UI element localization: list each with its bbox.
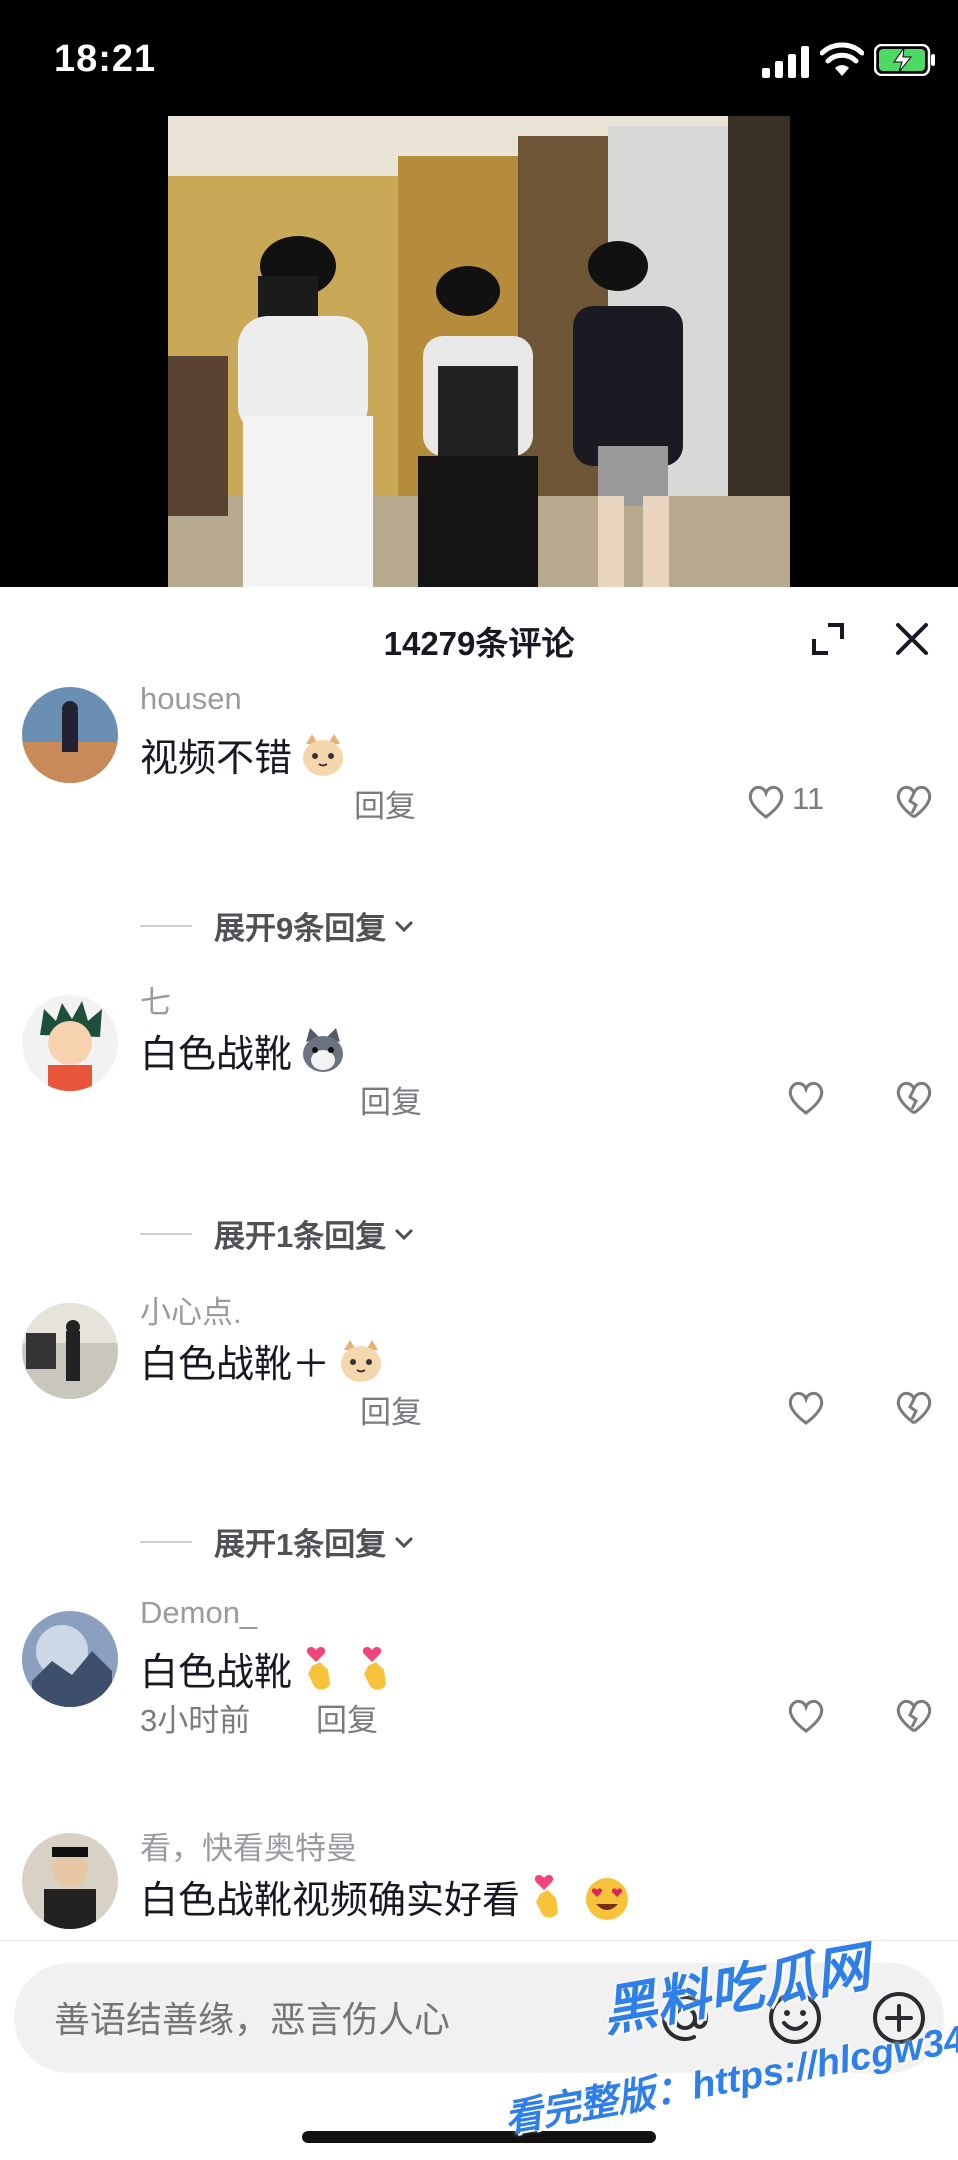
chevron-down-icon — [395, 920, 414, 932]
status-time: 18:21 — [54, 38, 157, 80]
comment-text-body: 白色战靴视频确实好看 — [140, 1880, 521, 1922]
expand-replies-button[interactable]: 展开1条回复 — [140, 1519, 416, 1564]
cat-face-emoji — [303, 733, 344, 776]
comment-text-body: 白色战靴＋ — [140, 1344, 331, 1386]
avatar[interactable] — [22, 995, 118, 1091]
avatar[interactable] — [22, 1303, 118, 1399]
husky-face-emoji — [303, 1027, 344, 1072]
avatar[interactable] — [22, 1611, 118, 1707]
comment-username[interactable]: 小心点. — [140, 1287, 242, 1332]
comment-timestamp: 3小时前 — [140, 1703, 251, 1738]
like-icon[interactable] — [746, 783, 786, 821]
comment-item: 小心点. 白色战靴＋ 回复 — [0, 1295, 958, 1507]
finger-heart-emoji — [534, 1874, 559, 1918]
expand-replies-label: 展开1条回复 — [214, 1219, 387, 1254]
video-frame[interactable] — [168, 116, 790, 587]
comment-username[interactable]: housen — [140, 681, 242, 717]
battery-charging-icon — [874, 44, 935, 76]
comment-text: 白色战靴 — [140, 1641, 404, 1696]
wifi-icon — [820, 42, 864, 76]
reply-button[interactable]: 回复 — [316, 1695, 378, 1740]
like-icon[interactable] — [786, 1079, 826, 1117]
home-indicator[interactable] — [302, 2131, 656, 2143]
broken-heart-icon[interactable] — [894, 1079, 934, 1117]
comment-item: 七 白色战靴 回复 — [0, 985, 958, 1197]
close-icon[interactable] — [890, 617, 934, 661]
broken-heart-icon[interactable] — [894, 1389, 934, 1427]
avatar[interactable] — [22, 1833, 118, 1929]
comment-username[interactable]: Demon_ — [140, 1595, 257, 1631]
comment-sheet: 14279条评论 housen 视频不错 回复 11 展开9条回复 七 白色战靴… — [0, 587, 958, 2160]
reply-button[interactable]: 回复 — [360, 1077, 422, 1122]
like-count: 11 — [792, 781, 825, 816]
finger-heart-emoji — [306, 1646, 331, 1690]
fullscreen-icon[interactable] — [806, 617, 850, 661]
broken-heart-icon[interactable] — [894, 783, 934, 821]
like-icon[interactable] — [786, 1697, 826, 1735]
comment-text: 白色战靴视频确实好看 — [140, 1869, 632, 1924]
comment-text-body: 白色战靴 — [140, 1652, 293, 1694]
divider — [140, 1232, 192, 1235]
finger-heart-emoji — [362, 1646, 387, 1690]
comment-input[interactable] — [54, 1999, 614, 2041]
video-area: 18:21 — [0, 0, 958, 587]
avatar[interactable] — [22, 687, 118, 783]
cellular-signal-icon — [762, 46, 809, 78]
heart-eyes-emoji — [586, 1877, 629, 1920]
expand-replies-button[interactable]: 展开9条回复 — [140, 903, 416, 948]
comment-text: 白色战靴 — [140, 1023, 348, 1078]
comment-text: 白色战靴＋ — [140, 1333, 386, 1388]
comment-username[interactable]: 七 — [140, 977, 171, 1022]
broken-heart-icon[interactable] — [894, 1697, 934, 1735]
comment-username[interactable]: 看，快看奥特曼 — [140, 1823, 357, 1868]
expand-replies-label: 展开1条回复 — [214, 1527, 387, 1562]
cat-face-emoji — [341, 1339, 382, 1382]
comment-item: housen 视频不错 回复 11 — [0, 681, 958, 897]
comment-text-body: 视频不错 — [140, 738, 293, 780]
reply-button[interactable]: 回复 — [354, 781, 416, 826]
reply-button[interactable]: 回复 — [360, 1387, 422, 1432]
comment-text-body: 白色战靴 — [140, 1034, 293, 1076]
expand-replies-label: 展开9条回复 — [214, 911, 387, 946]
divider — [140, 924, 192, 927]
like-icon[interactable] — [786, 1389, 826, 1427]
status-bar: 18:21 — [0, 0, 958, 118]
comment-item: Demon_ 白色战靴 3小时前 回复 — [0, 1595, 958, 1815]
chevron-down-icon — [395, 1228, 414, 1240]
expand-replies-button[interactable]: 展开1条回复 — [140, 1211, 416, 1256]
divider — [140, 1540, 192, 1543]
comment-text: 视频不错 — [140, 727, 348, 782]
chevron-down-icon — [395, 1536, 414, 1548]
